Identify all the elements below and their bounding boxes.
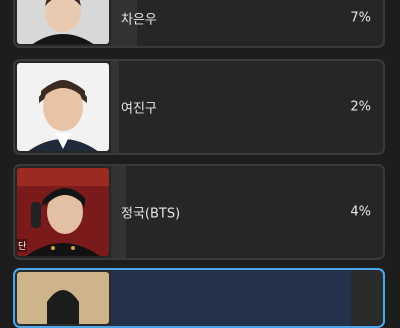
- vote-percent: 2%: [350, 99, 371, 115]
- candidate-photo: 단: [17, 168, 109, 256]
- vote-percent: 4%: [350, 204, 371, 220]
- candidate-name: 차은우: [121, 12, 157, 28]
- photo-caption: 단: [17, 239, 28, 252]
- vote-percent: 7%: [350, 10, 371, 26]
- vote-share-bar: [111, 270, 351, 326]
- candidate-photo: [17, 63, 109, 151]
- candidate-photo: [17, 272, 109, 324]
- candidate-name: 여진구: [121, 101, 157, 117]
- candidate-photo: [17, 0, 109, 44]
- candidate-name: 정국(BTS): [121, 206, 181, 222]
- vote-option-card[interactable]: 단 정국(BTS) 4%: [13, 164, 385, 260]
- vote-option-card[interactable]: 차은우 7%: [13, 0, 385, 48]
- vote-option-card[interactable]: 여진구 2%: [13, 59, 385, 155]
- vote-share-bar: [111, 61, 119, 153]
- vote-option-card-selected[interactable]: [13, 268, 385, 328]
